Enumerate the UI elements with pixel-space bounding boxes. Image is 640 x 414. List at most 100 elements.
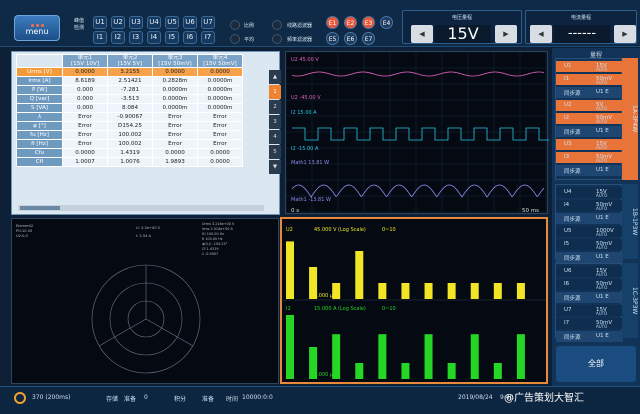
range-row[interactable]: U1 15V AUTO [556,61,623,72]
page-tab-6[interactable]: ▼ [269,160,281,174]
column-header-unit-1[interactable]: 单元1 [15V 10V] [62,54,108,68]
voltage-range-down-button[interactable]: ◀ [411,25,433,43]
row-label[interactable]: Q [var] [16,94,63,104]
element-e1-button[interactable]: E1 [326,16,339,29]
u-channel-2-button[interactable]: U2 [111,16,125,29]
column-header-unit-2[interactable]: 单元2 [15V 5V] [107,54,153,68]
element-e7-button[interactable]: E7 [362,32,375,45]
range-row[interactable]: I4 50mV AUTO [556,200,623,211]
u-channel-5-button[interactable]: U5 [165,16,179,29]
table-row: Cfu 0.0000 1.4319 0.0000 0.0000 [16,148,243,158]
horizontal-scrollbar[interactable] [18,205,264,211]
current-range-up-button[interactable]: ▶ [614,25,636,43]
refresh-icon[interactable] [14,392,26,404]
range-row[interactable]: 同步源 U1 E [556,213,623,224]
i-harmonic-bar [286,315,294,379]
element-e3-button[interactable]: E3 [362,16,375,29]
row-label[interactable]: P [W] [16,85,63,95]
element-e6-button[interactable]: E6 [344,32,357,45]
current-range-title: 电流量程 [570,15,591,21]
range-auto: AUTO [596,106,608,111]
u-harmonic-bar [447,283,456,299]
range-row[interactable]: U5 1000V AUTO [556,226,623,237]
average-led[interactable] [230,34,240,44]
range-auto: AUTO [596,67,608,72]
wiring-tab-1[interactable]: 1A-3P4W [622,58,638,180]
all-button[interactable]: 全部 [556,346,636,382]
range-row[interactable]: 同步源 U1 E [556,331,623,342]
u-channel-6-button[interactable]: U6 [183,16,197,29]
range-row[interactable]: U4 15V AUTO [556,187,623,198]
range-row[interactable]: U2 5V AUTO [556,100,623,111]
row-label[interactable]: fi [Hz] [16,139,63,149]
range-row[interactable]: 同步源 U1 E [556,252,623,263]
range-row[interactable]: I3 50mV AUTO [556,152,623,163]
u-channel-1-button[interactable]: U1 [93,16,107,29]
column-header-unit-4[interactable]: 单元4 [15V 50mV] [197,54,243,68]
page-tab-2[interactable]: 2 [269,100,281,114]
range-row[interactable]: I7 50mV AUTO [556,318,623,329]
row-label[interactable]: Urms [V] [16,67,63,77]
i-channel-6-button[interactable]: I6 [183,31,197,44]
page-tab-1[interactable]: 1 [269,85,281,99]
waveform-display[interactable]: U2 45.00 V U2 -45.00 V I2 15.00 A I2 -15.00… [285,51,552,215]
range-row[interactable]: U3 15V AUTO [556,139,623,150]
time-label: 时间 [226,396,239,403]
page-tab-4[interactable]: 4 [269,130,281,144]
u-channel-7-button[interactable]: U7 [201,16,215,29]
i-harm-range: 0~10 [382,306,396,312]
i-harmonic-bar [424,334,433,379]
wiring-tab-3[interactable]: 1C-3P3W [622,263,638,338]
line-filter-led[interactable] [272,20,282,30]
vector-display[interactable]: Element2 PU:10.50 U2:0.0 U: 3.3e+00 V I: 2.5… [11,218,279,384]
u-channel-4-button[interactable]: U4 [147,16,161,29]
page-tab-0[interactable]: ▲ [269,70,281,84]
element-e4-button[interactable]: E4 [380,16,393,29]
range-row[interactable]: U6 15V AUTO [556,266,623,277]
i-channel-2-button[interactable]: I2 [111,31,125,44]
current-range-down-button[interactable]: ◀ [530,25,552,43]
range-row[interactable]: 同步源 U1 E [556,87,623,98]
element-e5-button[interactable]: E5 [326,32,339,45]
i-channel-3-button[interactable]: I3 [129,31,143,44]
i-channel-5-button[interactable]: I5 [165,31,179,44]
i-channel-4-button[interactable]: I4 [147,31,161,44]
row-label[interactable]: CfI [16,157,63,167]
i-channel-1-button[interactable]: I1 [93,31,107,44]
ratio-led[interactable] [230,20,240,30]
row-label[interactable]: λ [16,112,63,122]
range-row[interactable]: I2 50mV AUTO [556,113,623,124]
menu-button[interactable]: menu [14,15,60,41]
harmonics-display[interactable]: U2 45.000 V (Log Scale) 0~10 0.000 μV I2 15.00… [280,217,548,384]
range-row[interactable]: U7 15V AUTO [556,305,623,316]
freq-filter-led[interactable] [272,34,282,44]
row-label[interactable]: Cfu [16,148,63,158]
element-e2-button[interactable]: E2 [344,16,357,29]
column-header-unit-3[interactable]: 单元3 [15V 50mV] [152,54,198,68]
range-row[interactable]: 同步源 U1 E [556,165,623,176]
vector-axis [98,318,147,347]
page-tab-5[interactable]: 5 [269,145,281,159]
row-label[interactable]: Irms [A] [16,76,63,86]
integration-time: 10000:0:0 [242,394,273,401]
range-row[interactable]: 同步源 U1 E [556,126,623,137]
wiring-tab-2[interactable]: 1B-1P3W [622,184,638,259]
range-channel: U4 [564,189,572,195]
voltage-range-up-button[interactable]: ▶ [495,25,517,43]
range-row[interactable]: I1 50mV AUTO [556,74,623,85]
range-row[interactable]: I5 50mV AUTO [556,239,623,250]
scroll-thumb[interactable] [20,206,60,210]
row-label[interactable]: φ [°] [16,121,63,131]
table-cell: 3.2155 [107,67,153,77]
row-label[interactable]: fu [Hz] [16,130,63,140]
table-row: Q [var] 0.000 -3.513 0.0000m 0.0000m [16,94,243,104]
table-row: fi [Hz] Error 100.002 Error Error [16,139,243,149]
i-channel-7-button[interactable]: I7 [201,31,215,44]
row-label[interactable]: S [VA] [16,103,63,113]
range-row[interactable]: I6 50mV AUTO [556,279,623,290]
wave-label: I2 -15.00 A [291,146,319,152]
range-row[interactable]: 同步源 U1 E [556,292,623,303]
u-channel-3-button[interactable]: U3 [129,16,143,29]
range-channel: I7 [564,320,570,326]
page-tab-3[interactable]: 3 [269,115,281,129]
